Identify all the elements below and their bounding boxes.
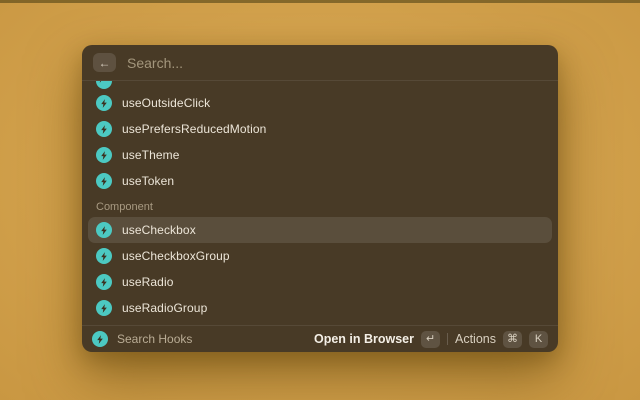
bolt-icon <box>96 81 112 89</box>
primary-action-label: Open in Browser <box>314 332 414 346</box>
footer-actions: Open in Browser ↵ Actions ⌘ K <box>314 331 548 348</box>
list-item-label: useRadio <box>122 275 174 289</box>
list-item-label: useCheckboxGroup <box>122 249 230 263</box>
list-item-label: useTheme <box>122 148 180 162</box>
bolt-icon <box>96 95 112 111</box>
footer-app: Search Hooks <box>92 331 306 347</box>
search-input[interactable] <box>127 55 547 71</box>
search-bar: ← <box>82 45 558 80</box>
list-item[interactable]: useTheme <box>88 142 552 168</box>
list-item-label: usePrefersReducedMotion <box>122 122 266 136</box>
list-item[interactable]: useRadio <box>88 269 552 295</box>
list-item[interactable]: useToken <box>88 168 552 194</box>
actions-menu-trigger[interactable]: Actions ⌘ K <box>455 331 548 348</box>
k-key-badge: K <box>529 331 548 348</box>
list-item[interactable]: useCheckbox <box>88 217 552 243</box>
actions-label: Actions <box>455 332 496 346</box>
list-item[interactable]: useRadioGroup <box>88 295 552 321</box>
list-item[interactable]: useOutsideClick <box>88 90 552 116</box>
bolt-icon <box>96 121 112 137</box>
back-button[interactable]: ← <box>93 53 116 72</box>
footer-actions-divider <box>447 333 448 345</box>
section-header: Component <box>88 194 552 217</box>
bolt-icon <box>96 274 112 290</box>
list-item[interactable]: useCheckboxGroup <box>88 243 552 269</box>
bolt-icon <box>92 331 108 347</box>
wallpaper-top-edge <box>0 0 640 3</box>
bolt-icon <box>96 173 112 189</box>
footer: Search Hooks Open in Browser ↵ Actions ⌘… <box>82 326 558 352</box>
list-item-label: useToken <box>122 174 174 188</box>
cmd-key-badge: ⌘ <box>503 331 522 348</box>
results-list: useOutsideClick usePrefersReducedMotion … <box>82 81 558 325</box>
partially-scrolled-item[interactable] <box>88 81 552 90</box>
bolt-icon <box>96 222 112 238</box>
list-item[interactable]: usePrefersReducedMotion <box>88 116 552 142</box>
bolt-icon <box>96 248 112 264</box>
list-item-label: useCheckbox <box>122 223 196 237</box>
bolt-icon <box>96 147 112 163</box>
footer-app-name: Search Hooks <box>117 332 192 346</box>
bolt-icon <box>96 300 112 316</box>
open-in-browser-action[interactable]: Open in Browser ↵ <box>314 331 440 348</box>
command-palette-window: ← useOutsideClick usePrefersReducedMotio… <box>82 45 558 352</box>
enter-key-badge: ↵ <box>421 331 440 348</box>
list-item-label: useRadioGroup <box>122 301 207 315</box>
list-item-label: useOutsideClick <box>122 96 210 110</box>
